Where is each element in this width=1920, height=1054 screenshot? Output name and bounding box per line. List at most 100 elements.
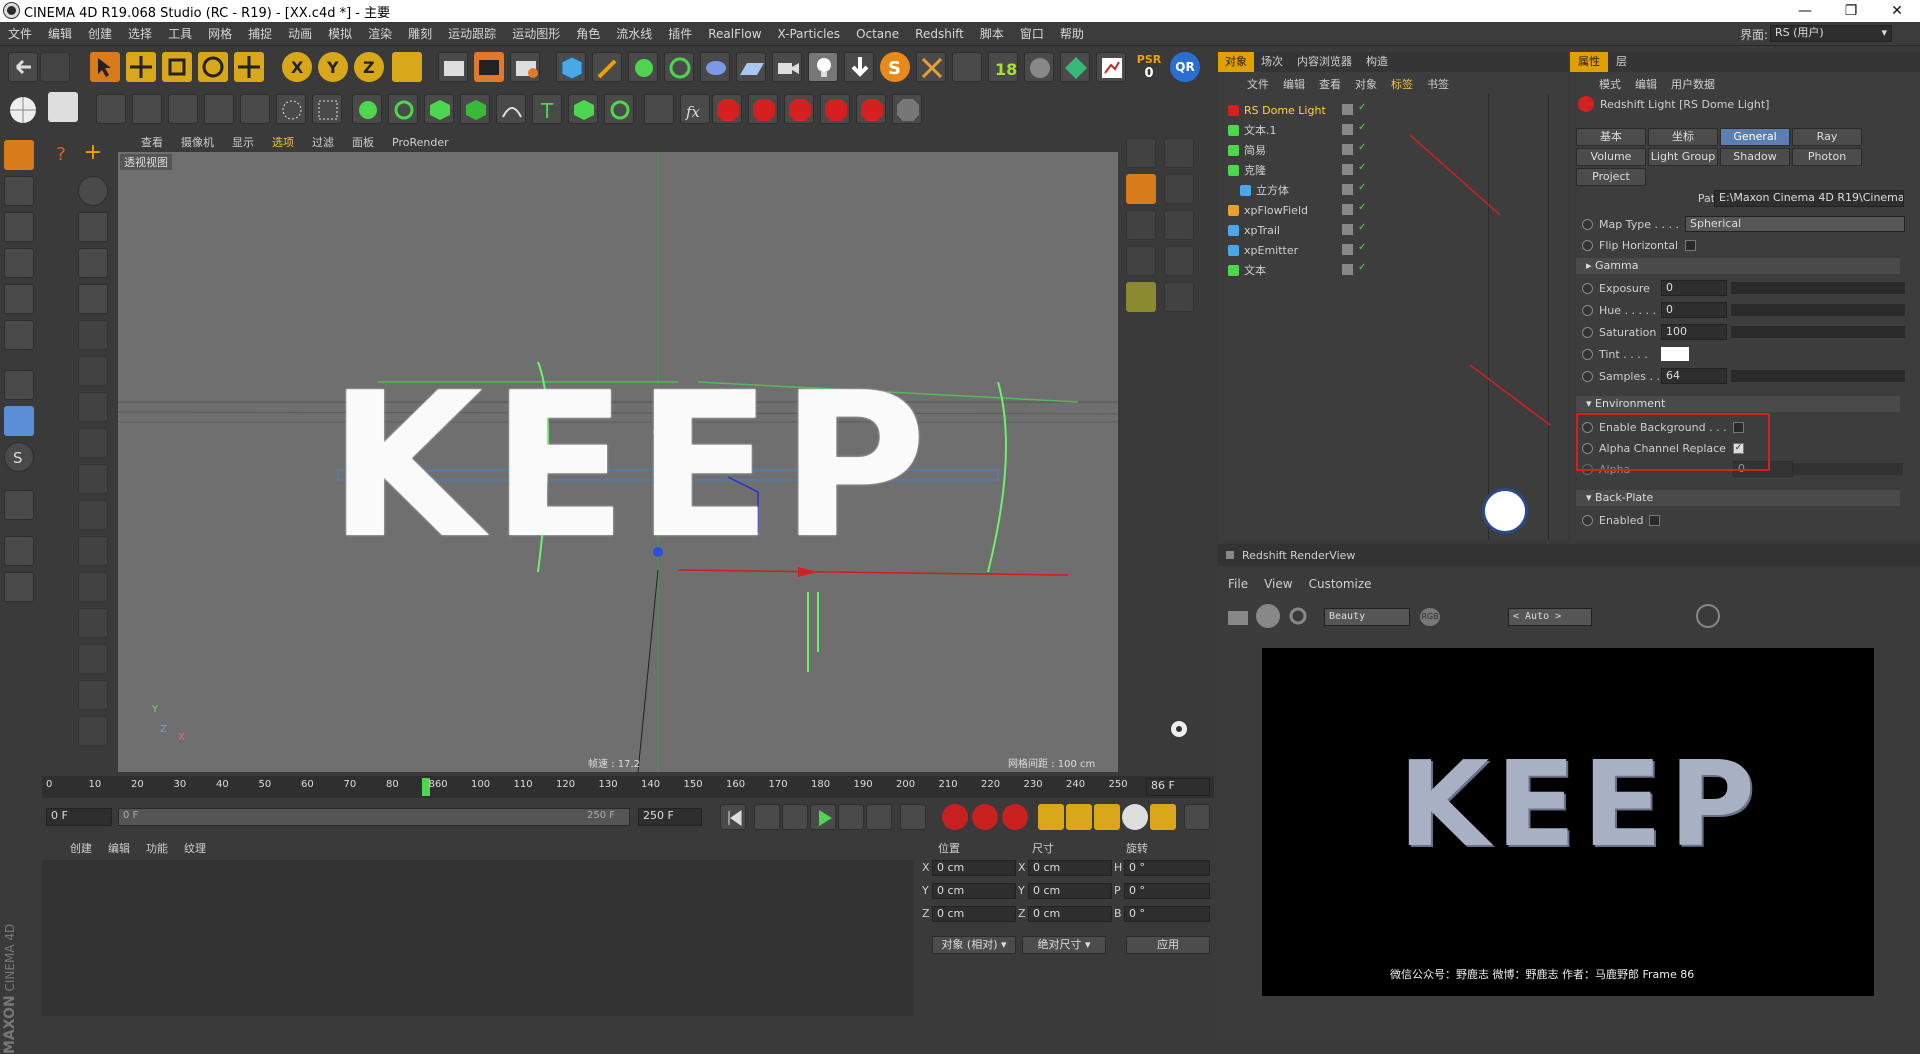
zoom-select[interactable]: < Auto > — [1508, 608, 1592, 626]
backplate-enabled-anim-dot[interactable] — [1582, 514, 1593, 526]
grid-lock-icon[interactable] — [4, 572, 34, 602]
menu-item-20[interactable]: 脚本 — [972, 25, 1012, 42]
live-selection-tool-icon[interactable] — [78, 176, 108, 206]
layer-icon[interactable] — [1342, 164, 1353, 175]
go-to-end-icon[interactable] — [900, 804, 926, 830]
coords-position-field[interactable]: 0 cm — [932, 860, 1016, 876]
coords-rotation-field[interactable]: 0 ° — [1124, 906, 1210, 922]
attr-tab-layers[interactable]: 层 — [1608, 52, 1635, 72]
viewport-menu-4[interactable]: 过滤 — [303, 134, 343, 150]
enabled-check-icon[interactable]: ✓ — [1358, 122, 1366, 133]
spline-pen-icon[interactable] — [132, 94, 162, 124]
gear-object-icon[interactable] — [352, 94, 382, 124]
cube-green-icon[interactable] — [568, 94, 598, 124]
coordinate-system-icon[interactable] — [392, 52, 422, 82]
move-icon[interactable] — [126, 52, 156, 82]
backplate-section[interactable]: ▾ Back-Plate — [1576, 490, 1900, 506]
object-row[interactable]: xpFlowField — [1228, 200, 1348, 220]
snap-icon[interactable]: S — [4, 442, 34, 472]
render-settings-icon[interactable] — [510, 52, 540, 82]
workplane-icon[interactable] — [48, 92, 78, 122]
download-icon[interactable] — [844, 52, 874, 82]
layer-icon[interactable] — [1342, 124, 1353, 135]
lock-icon[interactable] — [1602, 604, 1626, 628]
enabled-check-icon[interactable]: ✓ — [1358, 242, 1366, 253]
layer-icon[interactable] — [1342, 204, 1353, 215]
timeline-toggle-icon[interactable] — [1184, 804, 1210, 830]
viewport-menu-5[interactable]: 面板 — [343, 134, 383, 150]
object-row[interactable]: xpEmitter — [1228, 240, 1348, 260]
object-row[interactable]: RS Dome Light — [1228, 100, 1348, 120]
magnet-icon[interactable] — [4, 490, 34, 520]
tool-slot-icon-10[interactable] — [78, 644, 108, 674]
cube-object-icon[interactable] — [556, 52, 586, 82]
key-scale-icon[interactable] — [1066, 804, 1092, 830]
texture-mode-icon[interactable] — [4, 176, 34, 206]
start-render-icon[interactable] — [1256, 604, 1280, 628]
object-menu-1[interactable]: 编辑 — [1276, 76, 1312, 92]
tool-slot-icon-8[interactable] — [78, 572, 108, 602]
rt-slot-icon-8[interactable] — [1164, 282, 1194, 312]
nurbs-icon[interactable] — [628, 52, 658, 82]
material-area[interactable] — [42, 860, 914, 1016]
coords-size-field[interactable]: 0 cm — [1028, 906, 1112, 922]
polygon-selection-tool-icon[interactable] — [78, 284, 108, 314]
attr-menu-2[interactable]: 用户数据 — [1664, 76, 1722, 92]
x-axis-lock-icon[interactable]: X — [282, 52, 312, 82]
object-tab-0[interactable]: 对象 — [1218, 52, 1254, 72]
menu-item-3[interactable]: 选择 — [120, 25, 160, 42]
attr-menu-1[interactable]: 编辑 — [1628, 76, 1664, 92]
enabled-check-icon[interactable]: ✓ — [1358, 202, 1366, 213]
knife-icon[interactable] — [96, 94, 126, 124]
autokey-icon[interactable] — [972, 804, 998, 830]
text-object-icon[interactable]: T — [532, 94, 562, 124]
key-pla-icon[interactable] — [1150, 804, 1176, 830]
coords-rotation-field[interactable]: 0 ° — [1124, 883, 1210, 899]
edges-mode-icon[interactable] — [4, 284, 34, 314]
camera-icon[interactable] — [772, 52, 802, 82]
menu-item-4[interactable]: 工具 — [160, 25, 200, 42]
tool-slot-icon-6[interactable] — [78, 500, 108, 530]
stop-red-icon-4[interactable] — [820, 94, 850, 124]
menu-item-10[interactable]: 雕刻 — [400, 25, 440, 42]
object-menu-4[interactable]: 标签 — [1384, 76, 1420, 92]
realflow-icon[interactable]: 18 — [988, 52, 1018, 82]
coords-position-field[interactable]: 0 cm — [932, 906, 1016, 922]
object-row[interactable]: xpTrail — [1228, 220, 1348, 240]
renderview-menu-2[interactable]: Customize — [1309, 577, 1380, 591]
lock-workplane-icon[interactable] — [4, 536, 34, 566]
tool-slot-icon-2[interactable] — [78, 356, 108, 386]
rt-brush-icon[interactable] — [1126, 174, 1156, 204]
refresh-icon[interactable] — [1286, 604, 1310, 628]
menu-item-18[interactable]: Octane — [848, 27, 907, 41]
coords-position-field[interactable]: 0 cm — [932, 883, 1016, 899]
pv-icon[interactable] — [1828, 604, 1852, 628]
rt-settings-gear-icon[interactable] — [1164, 714, 1194, 744]
layer-icon[interactable] — [1342, 264, 1353, 275]
prev-frame-icon[interactable] — [782, 804, 808, 830]
tool-slot-icon-11[interactable] — [78, 680, 108, 710]
octane-live-icon[interactable] — [1060, 52, 1090, 82]
next-key-icon[interactable] — [866, 804, 892, 830]
s-plugin-icon[interactable]: S — [880, 52, 910, 82]
redo-icon[interactable] — [40, 52, 70, 82]
nail-icon[interactable] — [644, 94, 674, 124]
menu-item-12[interactable]: 运动图形 — [504, 25, 568, 42]
rt-slot-icon-3[interactable] — [1164, 174, 1194, 204]
material-menu-0[interactable]: 创建 — [62, 840, 100, 856]
stop-red-icon-2[interactable] — [748, 94, 778, 124]
image-icon[interactable] — [1738, 604, 1762, 628]
tool-slot-icon-1[interactable] — [78, 320, 108, 350]
viewport-menu-0[interactable]: 查看 — [132, 134, 172, 150]
enabled-check-icon[interactable]: ✓ — [1358, 162, 1366, 173]
render-picture-viewer-icon[interactable] — [474, 52, 504, 82]
menu-item-14[interactable]: 流水线 — [608, 25, 660, 42]
layer-icon[interactable] — [1342, 104, 1353, 115]
snowflake-icon[interactable] — [1662, 604, 1686, 628]
cloner-icon[interactable] — [664, 52, 694, 82]
frame-range-slider[interactable]: 0 F 250 F — [118, 808, 630, 826]
material-menu-3[interactable]: 纹理 — [176, 840, 214, 856]
coords-apply-button[interactable]: 应用 — [1126, 936, 1210, 954]
workplane-mode-icon[interactable] — [4, 212, 34, 242]
object-row[interactable]: 文本 — [1228, 260, 1348, 280]
